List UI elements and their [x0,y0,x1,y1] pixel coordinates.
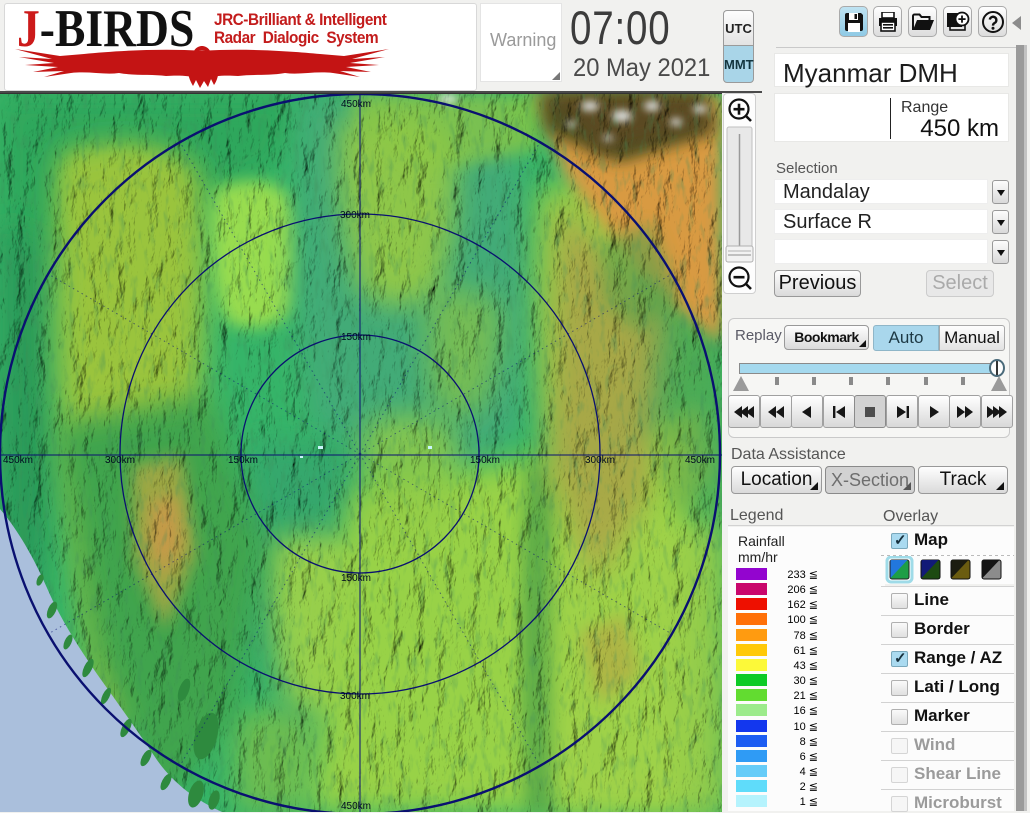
svg-text:300km: 300km [340,691,370,702]
svg-text:150km: 150km [341,573,371,584]
svg-text:450km: 450km [341,801,371,812]
svg-text:300km: 300km [340,210,370,221]
svg-text:450km: 450km [341,99,371,110]
svg-text:450km: 450km [685,455,715,466]
svg-text:150km: 150km [228,455,258,466]
svg-text:150km: 150km [341,332,371,343]
svg-text:450km: 450km [3,455,33,466]
svg-text:300km: 300km [585,455,615,466]
svg-text:300km: 300km [105,455,135,466]
svg-text:150km: 150km [470,455,500,466]
